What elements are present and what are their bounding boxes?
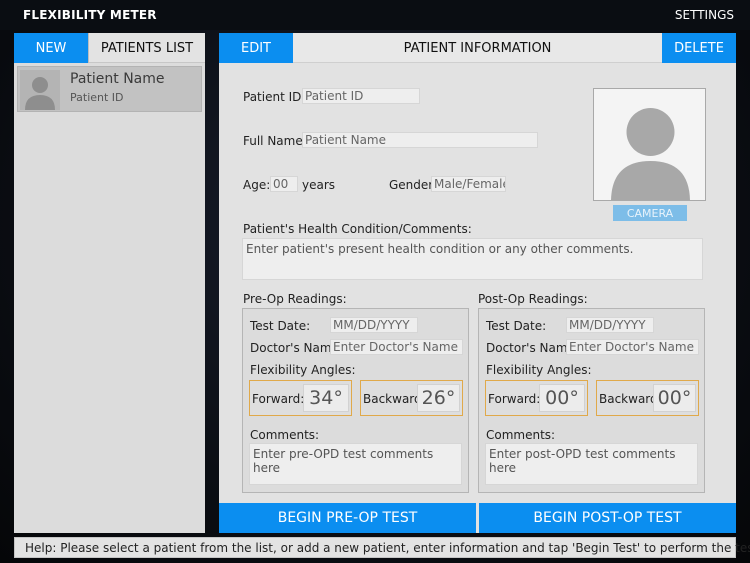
- settings-button[interactable]: SETTINGS: [675, 8, 734, 22]
- age-unit-label: years: [302, 178, 336, 192]
- gender-label: Gender:: [389, 178, 438, 192]
- begin-post-op-test-button[interactable]: BEGIN POST-OP TEST: [479, 503, 736, 533]
- patient-info-panel: EDIT PATIENT INFORMATION DELETE Patient …: [219, 33, 736, 533]
- begin-pre-op-test-button[interactable]: BEGIN PRE-OP TEST: [219, 503, 476, 533]
- pre-op-comments-field[interactable]: Enter pre-OPD test comments here: [249, 443, 462, 485]
- patient-info-title: PATIENT INFORMATION: [403, 40, 552, 56]
- pre-op-test-date-label: Test Date:: [250, 319, 311, 333]
- pre-op-title: Pre-Op Readings:: [243, 292, 347, 306]
- patient-list-item[interactable]: Patient Name Patient ID: [17, 66, 202, 112]
- post-op-comments-label: Comments:: [486, 428, 556, 442]
- pre-op-backward-box: Backward: 26°: [360, 380, 463, 416]
- new-patient-button[interactable]: NEW: [14, 33, 88, 63]
- patients-panel-header: NEW PATIENTS LIST: [14, 33, 205, 63]
- patients-list-title: PATIENTS LIST: [88, 33, 205, 63]
- top-bar: FLEXIBILITY METER SETTINGS: [0, 0, 750, 30]
- pre-op-test-date-field[interactable]: MM/DD/YYYY: [330, 317, 418, 333]
- app-title: FLEXIBILITY METER: [23, 8, 157, 22]
- age-field[interactable]: 00: [270, 176, 298, 192]
- post-op-comments-field[interactable]: Enter post-OPD test comments here: [485, 443, 698, 485]
- full-name-field[interactable]: Patient Name: [302, 132, 538, 148]
- pre-op-forward-label: Forward:: [252, 392, 305, 406]
- patient-id-label: Patient ID:: [243, 90, 306, 104]
- patient-item-id: Patient ID: [70, 91, 124, 104]
- post-op-doctor-field[interactable]: Enter Doctor's Name: [566, 339, 699, 355]
- delete-button[interactable]: DELETE: [662, 33, 736, 63]
- help-bar: Help: Please select a patient from the l…: [14, 537, 750, 558]
- post-op-forward-value[interactable]: 00°: [539, 384, 585, 412]
- gender-field[interactable]: Male/Female: [431, 176, 506, 192]
- patient-item-name: Patient Name: [70, 71, 165, 87]
- full-name-label: Full Name:: [243, 134, 307, 148]
- health-condition-field[interactable]: Enter patient's present health condition…: [242, 238, 703, 280]
- patients-panel: NEW PATIENTS LIST Patient Name Patient I…: [14, 33, 205, 533]
- post-op-backward-value[interactable]: 00°: [653, 384, 696, 412]
- age-label: Age:: [243, 178, 271, 192]
- pre-op-forward-value[interactable]: 34°: [303, 384, 349, 412]
- pre-op-angles-label: Flexibility Angles:: [250, 363, 356, 377]
- edit-button[interactable]: EDIT: [219, 33, 293, 63]
- patient-id-field[interactable]: Patient ID: [302, 88, 420, 104]
- post-op-test-date-label: Test Date:: [486, 319, 547, 333]
- person-silhouette-icon: [20, 70, 60, 110]
- pre-op-backward-value[interactable]: 26°: [417, 384, 460, 412]
- post-op-title: Post-Op Readings:: [478, 292, 588, 306]
- person-silhouette-icon: [594, 89, 705, 200]
- patient-photo: [593, 88, 706, 201]
- help-text: Help: Please select a patient from the l…: [25, 541, 750, 555]
- post-op-readings-box: Test Date: MM/DD/YYYY Doctor's Name: Ent…: [478, 308, 705, 493]
- pre-op-comments-label: Comments:: [250, 428, 320, 442]
- post-op-test-date-field[interactable]: MM/DD/YYYY: [566, 317, 654, 333]
- post-op-forward-box: Forward: 00°: [485, 380, 588, 416]
- pre-op-forward-box: Forward: 34°: [249, 380, 352, 416]
- pre-op-doctor-field[interactable]: Enter Doctor's Name: [330, 339, 463, 355]
- patient-info-header: EDIT PATIENT INFORMATION DELETE: [219, 33, 736, 63]
- pre-op-readings-box: Test Date: MM/DD/YYYY Doctor's Name: Ent…: [242, 308, 469, 493]
- health-condition-label: Patient's Health Condition/Comments:: [243, 222, 472, 236]
- post-op-forward-label: Forward:: [488, 392, 541, 406]
- post-op-backward-box: Backward: 00°: [596, 380, 699, 416]
- camera-button[interactable]: CAMERA: [613, 205, 687, 221]
- post-op-angles-label: Flexibility Angles:: [486, 363, 592, 377]
